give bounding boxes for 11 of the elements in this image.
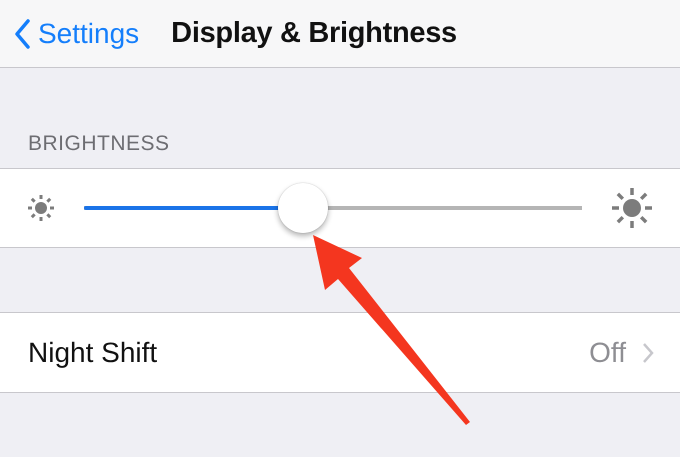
slider-thumb[interactable] xyxy=(278,183,328,233)
row-value: Off xyxy=(589,336,626,368)
section-header: BRIGHTNESS xyxy=(27,131,171,157)
small-sun-icon xyxy=(26,193,56,223)
settings-row[interactable]: Night Shift Off xyxy=(0,312,680,393)
large-sun-icon xyxy=(610,186,654,230)
chevron-left-icon xyxy=(14,18,30,48)
back-link[interactable]: Settings xyxy=(0,18,140,50)
row-label: Night Shift xyxy=(28,336,158,368)
chevron-right-icon xyxy=(642,342,654,364)
page-title: Display & Brightness xyxy=(171,17,457,50)
